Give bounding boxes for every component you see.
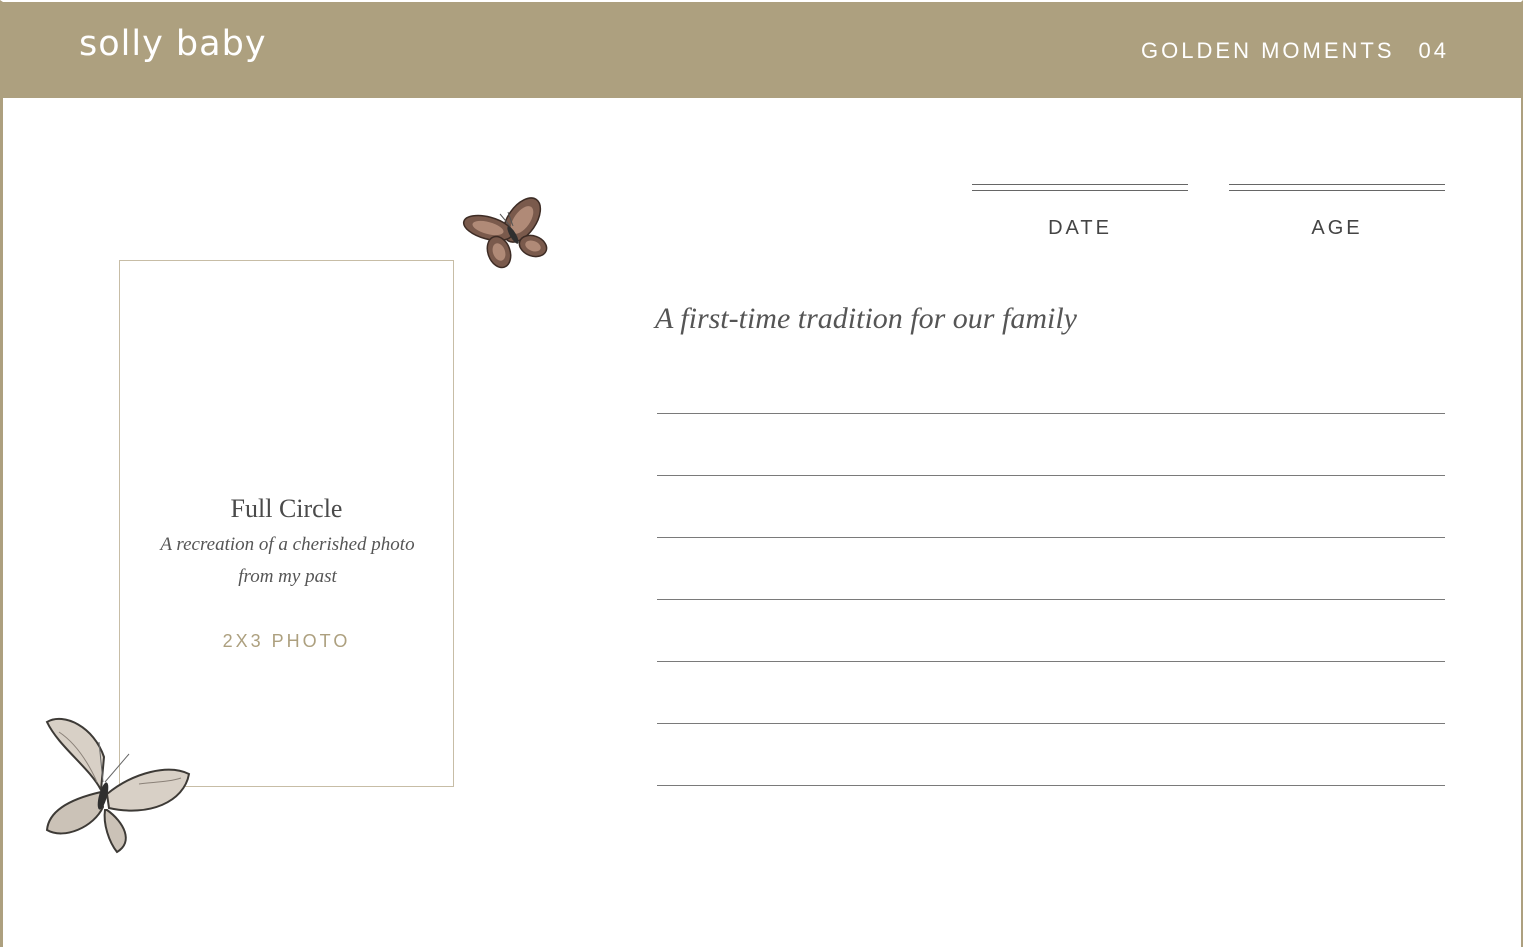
section-title: GOLDEN MOMENTS [1141, 38, 1395, 63]
photo-placeholder[interactable]: Full Circle A recreation of a cherished … [119, 260, 454, 787]
header-bar: solly baby GOLDEN MOMENTS 04 [3, 2, 1521, 98]
photo-size-label: 2X3 PHOTO [222, 631, 351, 651]
photo-description-line2: from my past [238, 566, 337, 587]
page-number: 04 [1418, 38, 1449, 63]
date-field[interactable]: DATE [972, 184, 1188, 240]
butterfly-small-icon [462, 197, 548, 269]
writing-line[interactable] [657, 599, 1445, 600]
writing-line[interactable] [657, 475, 1445, 476]
journal-page: solly baby GOLDEN MOMENTS 04 Full Circle … [0, 0, 1523, 947]
photo-title: Full Circle [230, 494, 343, 523]
date-line [972, 184, 1188, 191]
age-line [1229, 184, 1445, 191]
writing-line[interactable] [657, 785, 1445, 786]
writing-line[interactable] [657, 413, 1445, 414]
brand-logo: solly baby [79, 24, 267, 64]
photo-description-line1: A recreation of a cherished photo [160, 534, 415, 555]
header-section: GOLDEN MOMENTS 04 [1141, 38, 1449, 64]
photo-description: A recreation of a cherished photo from m… [150, 529, 425, 593]
journal-prompt: A first-time tradition for our family [655, 302, 1077, 335]
date-label: DATE [1048, 217, 1112, 239]
writing-line[interactable] [657, 661, 1445, 662]
writing-line[interactable] [657, 723, 1445, 724]
writing-line[interactable] [657, 537, 1445, 538]
age-label: AGE [1311, 217, 1363, 239]
age-field[interactable]: AGE [1229, 184, 1445, 240]
butterfly-large-icon [45, 717, 191, 854]
